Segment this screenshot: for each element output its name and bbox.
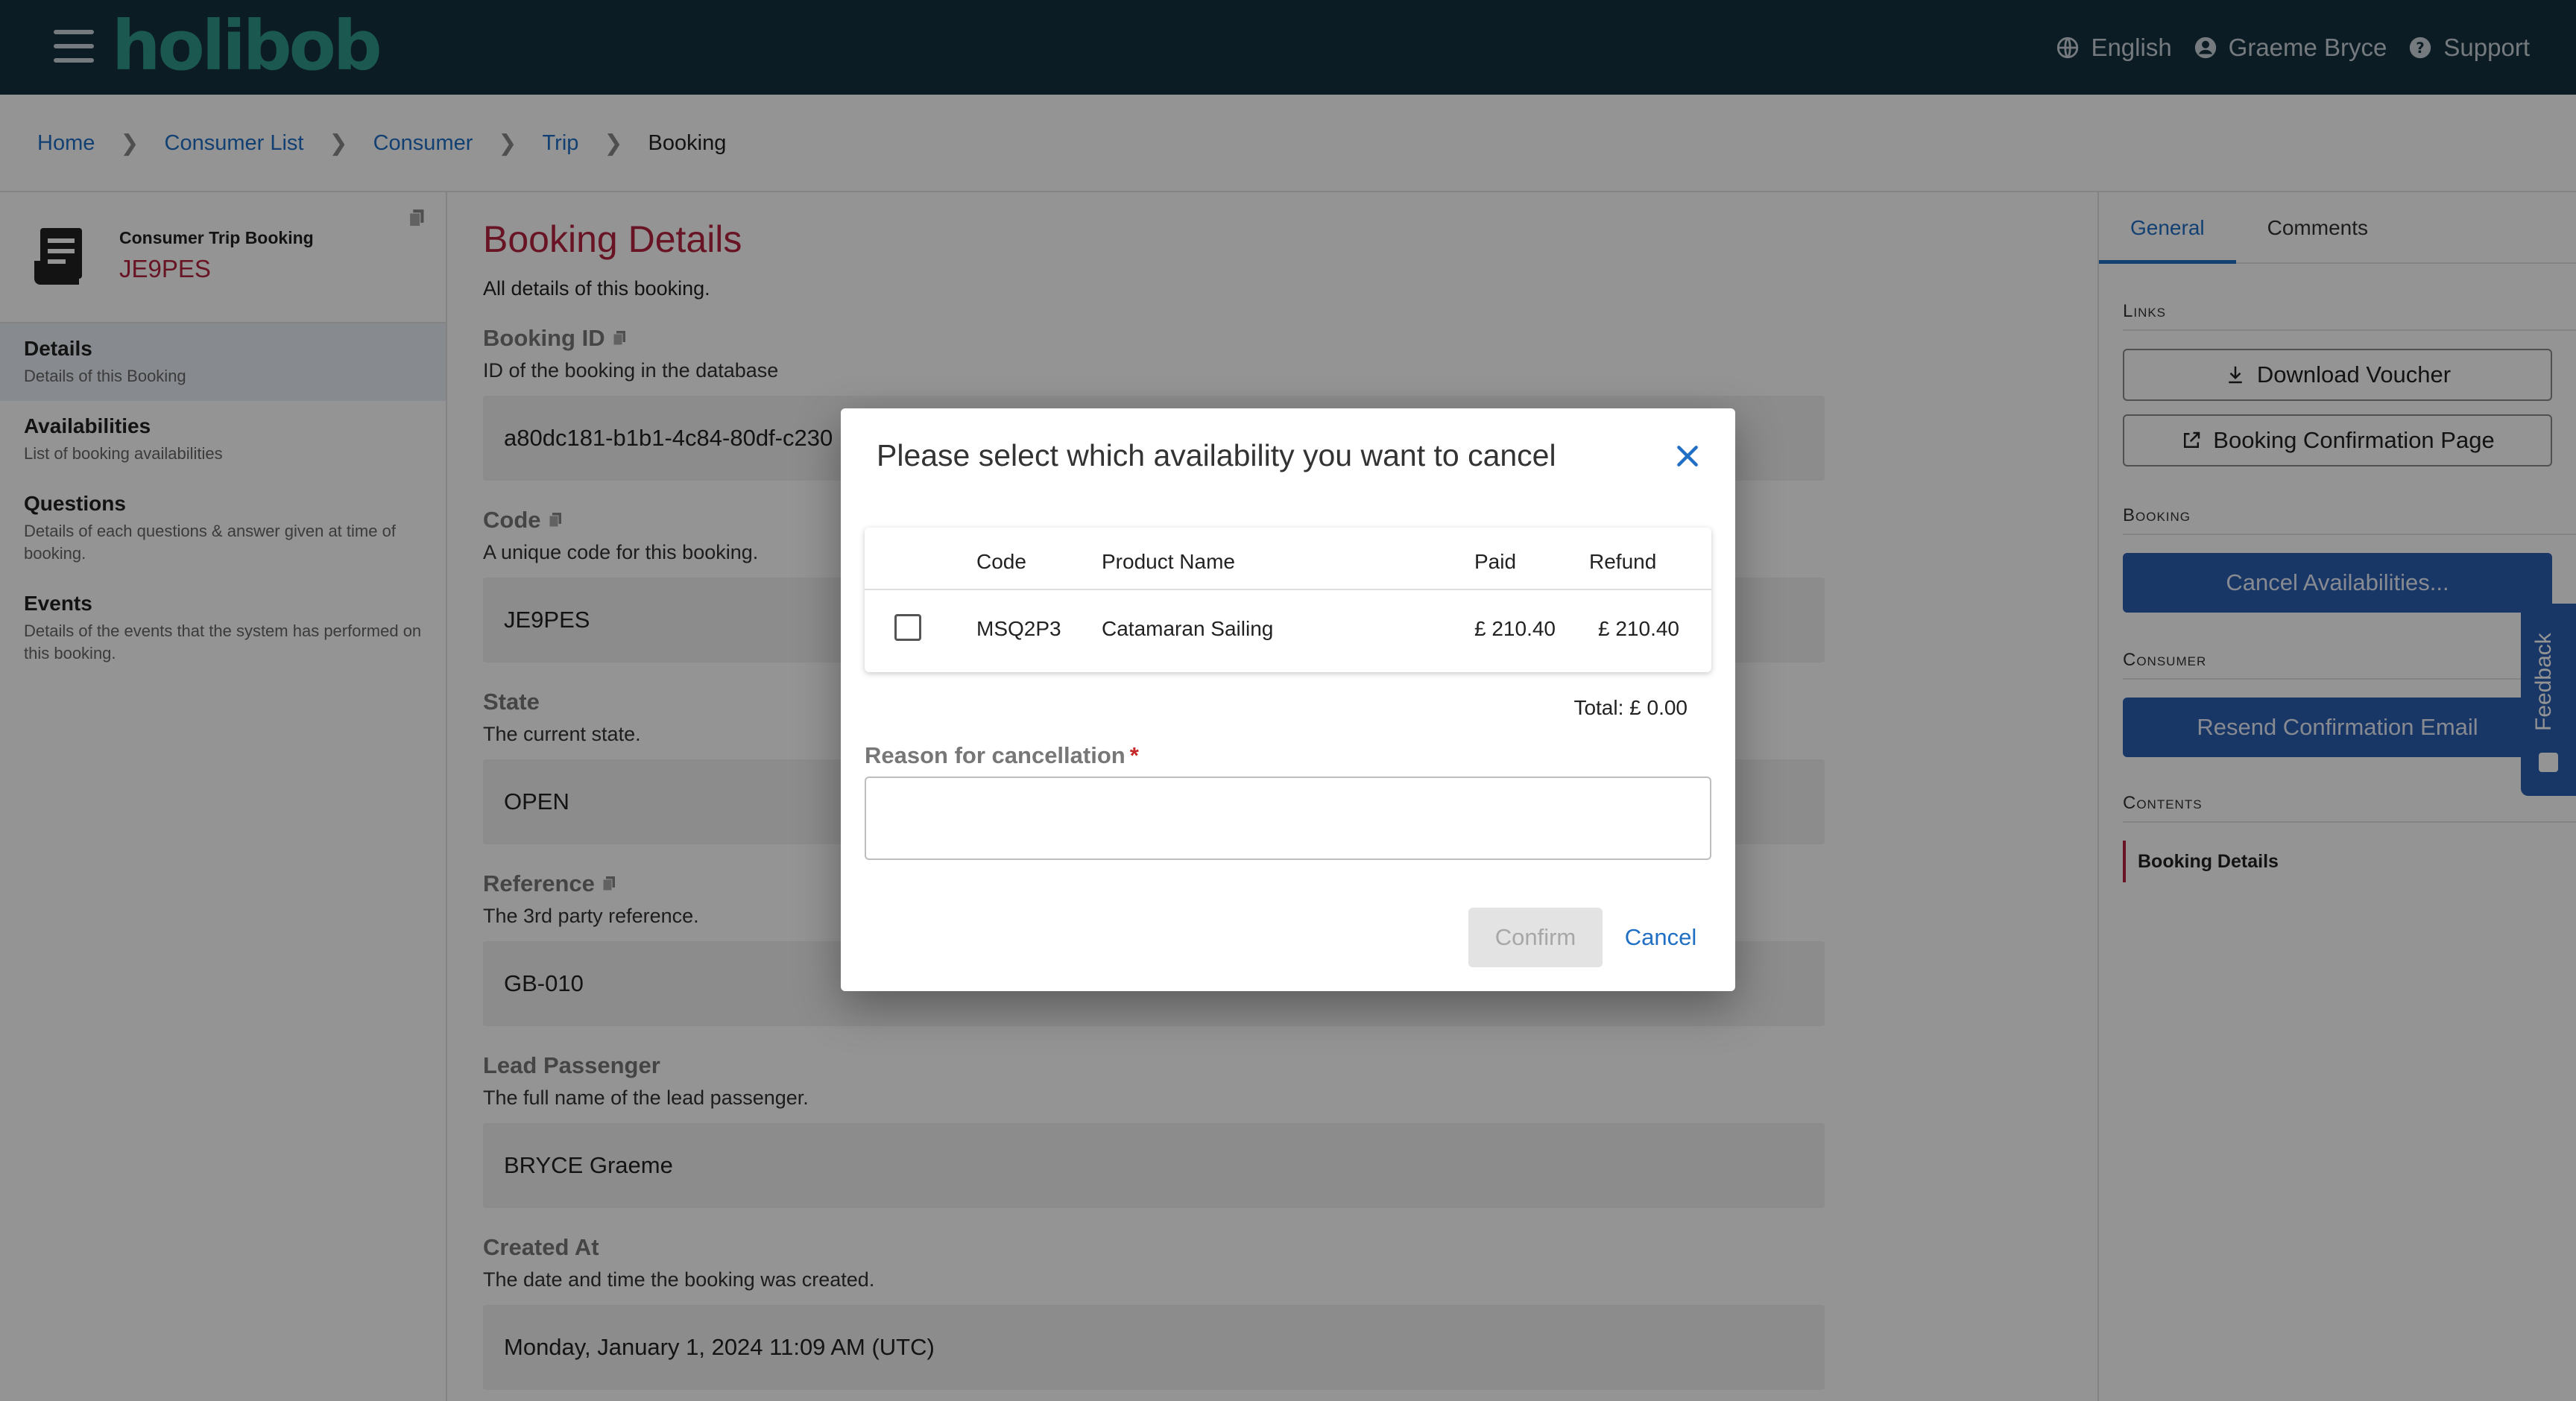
- confirm-button[interactable]: Confirm: [1468, 908, 1603, 967]
- cancel-button[interactable]: Cancel: [1616, 908, 1705, 967]
- row-select-checkbox[interactable]: [894, 614, 921, 641]
- row-product-name: Catamaran Sailing: [1102, 617, 1274, 640]
- reason-label-text: Reason for cancellation: [865, 742, 1126, 768]
- availability-table: Code Product Name Paid Refund MSQ2P3 Cat…: [865, 528, 1711, 672]
- reason-label: Reason for cancellation *: [865, 742, 1139, 769]
- row-paid: £ 210.40: [1474, 617, 1556, 640]
- required-mark: *: [1129, 742, 1139, 768]
- column-header-product-name: Product Name: [1102, 550, 1235, 573]
- dialog-title: Please select which availability you wan…: [877, 438, 1556, 472]
- column-header-refund: Refund: [1589, 550, 1657, 573]
- row-refund: £ 210.40: [1598, 617, 1679, 640]
- reason-input[interactable]: [865, 777, 1711, 860]
- close-icon[interactable]: [1673, 441, 1702, 471]
- cancel-availability-dialog: Please select which availability you wan…: [841, 408, 1735, 991]
- divider: [865, 589, 1711, 590]
- refund-total: Total: £ 0.00: [1573, 696, 1688, 719]
- row-code: MSQ2P3: [976, 617, 1061, 640]
- column-header-paid: Paid: [1474, 550, 1517, 573]
- column-header-code: Code: [976, 550, 1026, 573]
